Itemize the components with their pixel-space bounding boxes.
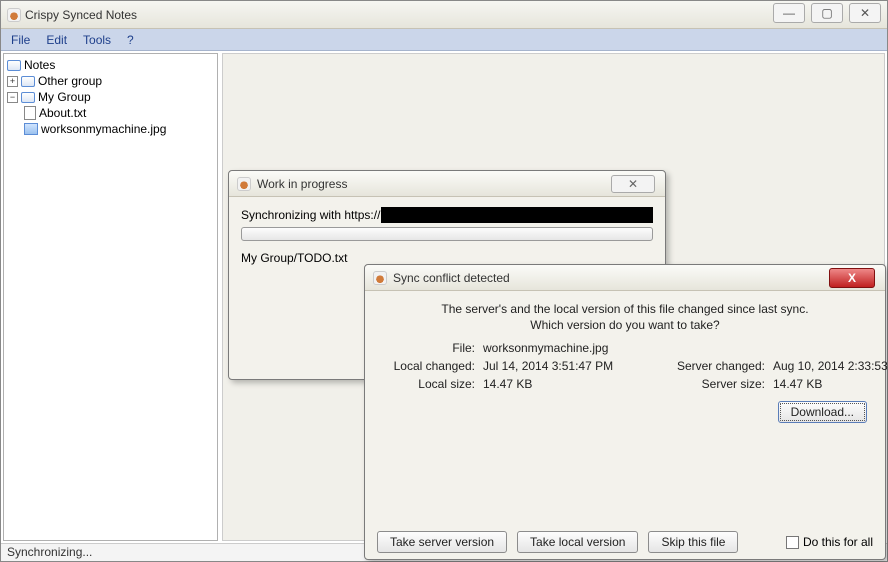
- app-icon: [7, 8, 21, 22]
- value-server-size: 14.47 KB: [773, 377, 888, 391]
- app-title: Crispy Synced Notes: [25, 8, 137, 22]
- expander-icon[interactable]: +: [7, 76, 18, 87]
- label-server-size: Server size:: [663, 377, 773, 391]
- do-for-all-label[interactable]: Do this for all: [786, 535, 873, 549]
- dialog-titlebar: Sync conflict detected X: [365, 265, 885, 291]
- value-local-size: 14.47 KB: [483, 377, 663, 391]
- dialog-title: Work in progress: [257, 177, 605, 191]
- tree-item-worksonmymachine[interactable]: worksonmymachine.jpg: [7, 121, 214, 137]
- value-local-changed: Jul 14, 2014 3:51:47 PM: [483, 359, 663, 373]
- sync-url-row: Synchronizing with https://: [241, 207, 653, 223]
- folder-icon: [21, 76, 35, 87]
- dialog-close-button[interactable]: X: [829, 268, 875, 288]
- tree-root[interactable]: Notes: [7, 57, 214, 73]
- tree-item-other-group[interactable]: + Other group: [7, 73, 214, 89]
- label-server-changed: Server changed:: [663, 359, 773, 373]
- minimize-button[interactable]: —: [773, 3, 805, 23]
- sync-prefix: Synchronizing with https://: [241, 208, 380, 222]
- tree-label: Notes: [24, 58, 55, 72]
- value-server-changed: Aug 10, 2014 2:33:53 PM: [773, 359, 888, 373]
- document-icon: [24, 106, 36, 120]
- folder-icon: [21, 92, 35, 103]
- image-icon: [24, 123, 38, 135]
- dialog-button-row: Take server version Take local version S…: [365, 523, 885, 561]
- dialog-close-button[interactable]: ✕: [611, 175, 655, 193]
- value-file: worksonmymachine.jpg: [483, 341, 663, 355]
- do-for-all-checkbox[interactable]: [786, 536, 799, 549]
- redacted-url: [381, 207, 653, 223]
- java-icon: [373, 271, 387, 285]
- window-controls: — ▢ ✕: [773, 3, 881, 23]
- conflict-message: The server's and the local version of th…: [383, 301, 867, 333]
- titlebar: Crispy Synced Notes — ▢ ✕: [1, 1, 887, 29]
- dialog-titlebar: Work in progress ✕: [229, 171, 665, 197]
- menu-file[interactable]: File: [5, 31, 36, 49]
- message-line-1: The server's and the local version of th…: [441, 302, 808, 316]
- menu-edit[interactable]: Edit: [40, 31, 73, 49]
- menu-tools[interactable]: Tools: [77, 31, 117, 49]
- java-icon: [237, 177, 251, 191]
- tree-item-my-group[interactable]: − My Group: [7, 89, 214, 105]
- sidebar-tree[interactable]: Notes + Other group − My Group About.txt…: [3, 53, 218, 541]
- conflict-details-grid: File: worksonmymachine.jpg Local changed…: [383, 341, 867, 391]
- close-button[interactable]: ✕: [849, 3, 881, 23]
- expander-icon[interactable]: −: [7, 92, 18, 103]
- do-for-all-text: Do this for all: [803, 535, 873, 549]
- dialog-title: Sync conflict detected: [393, 271, 823, 285]
- take-local-button[interactable]: Take local version: [517, 531, 638, 553]
- label-local-changed: Local changed:: [383, 359, 483, 373]
- tree-item-about[interactable]: About.txt: [7, 105, 214, 121]
- progress-bar: [241, 227, 653, 241]
- status-text: Synchronizing...: [7, 545, 92, 559]
- skip-file-button[interactable]: Skip this file: [648, 531, 738, 553]
- message-line-2: Which version do you want to take?: [530, 318, 719, 332]
- dialog-body: The server's and the local version of th…: [365, 291, 885, 523]
- label-local-size: Local size:: [383, 377, 483, 391]
- tree-label: worksonmymachine.jpg: [41, 122, 166, 136]
- conflict-dialog: Sync conflict detected X The server's an…: [364, 264, 886, 560]
- take-server-button[interactable]: Take server version: [377, 531, 507, 553]
- download-button[interactable]: Download...: [778, 401, 867, 423]
- tree-label: My Group: [38, 90, 91, 104]
- menu-help[interactable]: ?: [121, 31, 140, 49]
- label-file: File:: [383, 341, 483, 355]
- maximize-button[interactable]: ▢: [811, 3, 843, 23]
- menubar: File Edit Tools ?: [1, 29, 887, 51]
- tree-label: About.txt: [39, 106, 86, 120]
- folder-icon: [7, 60, 21, 71]
- tree-label: Other group: [38, 74, 102, 88]
- current-item: My Group/TODO.txt: [241, 251, 653, 265]
